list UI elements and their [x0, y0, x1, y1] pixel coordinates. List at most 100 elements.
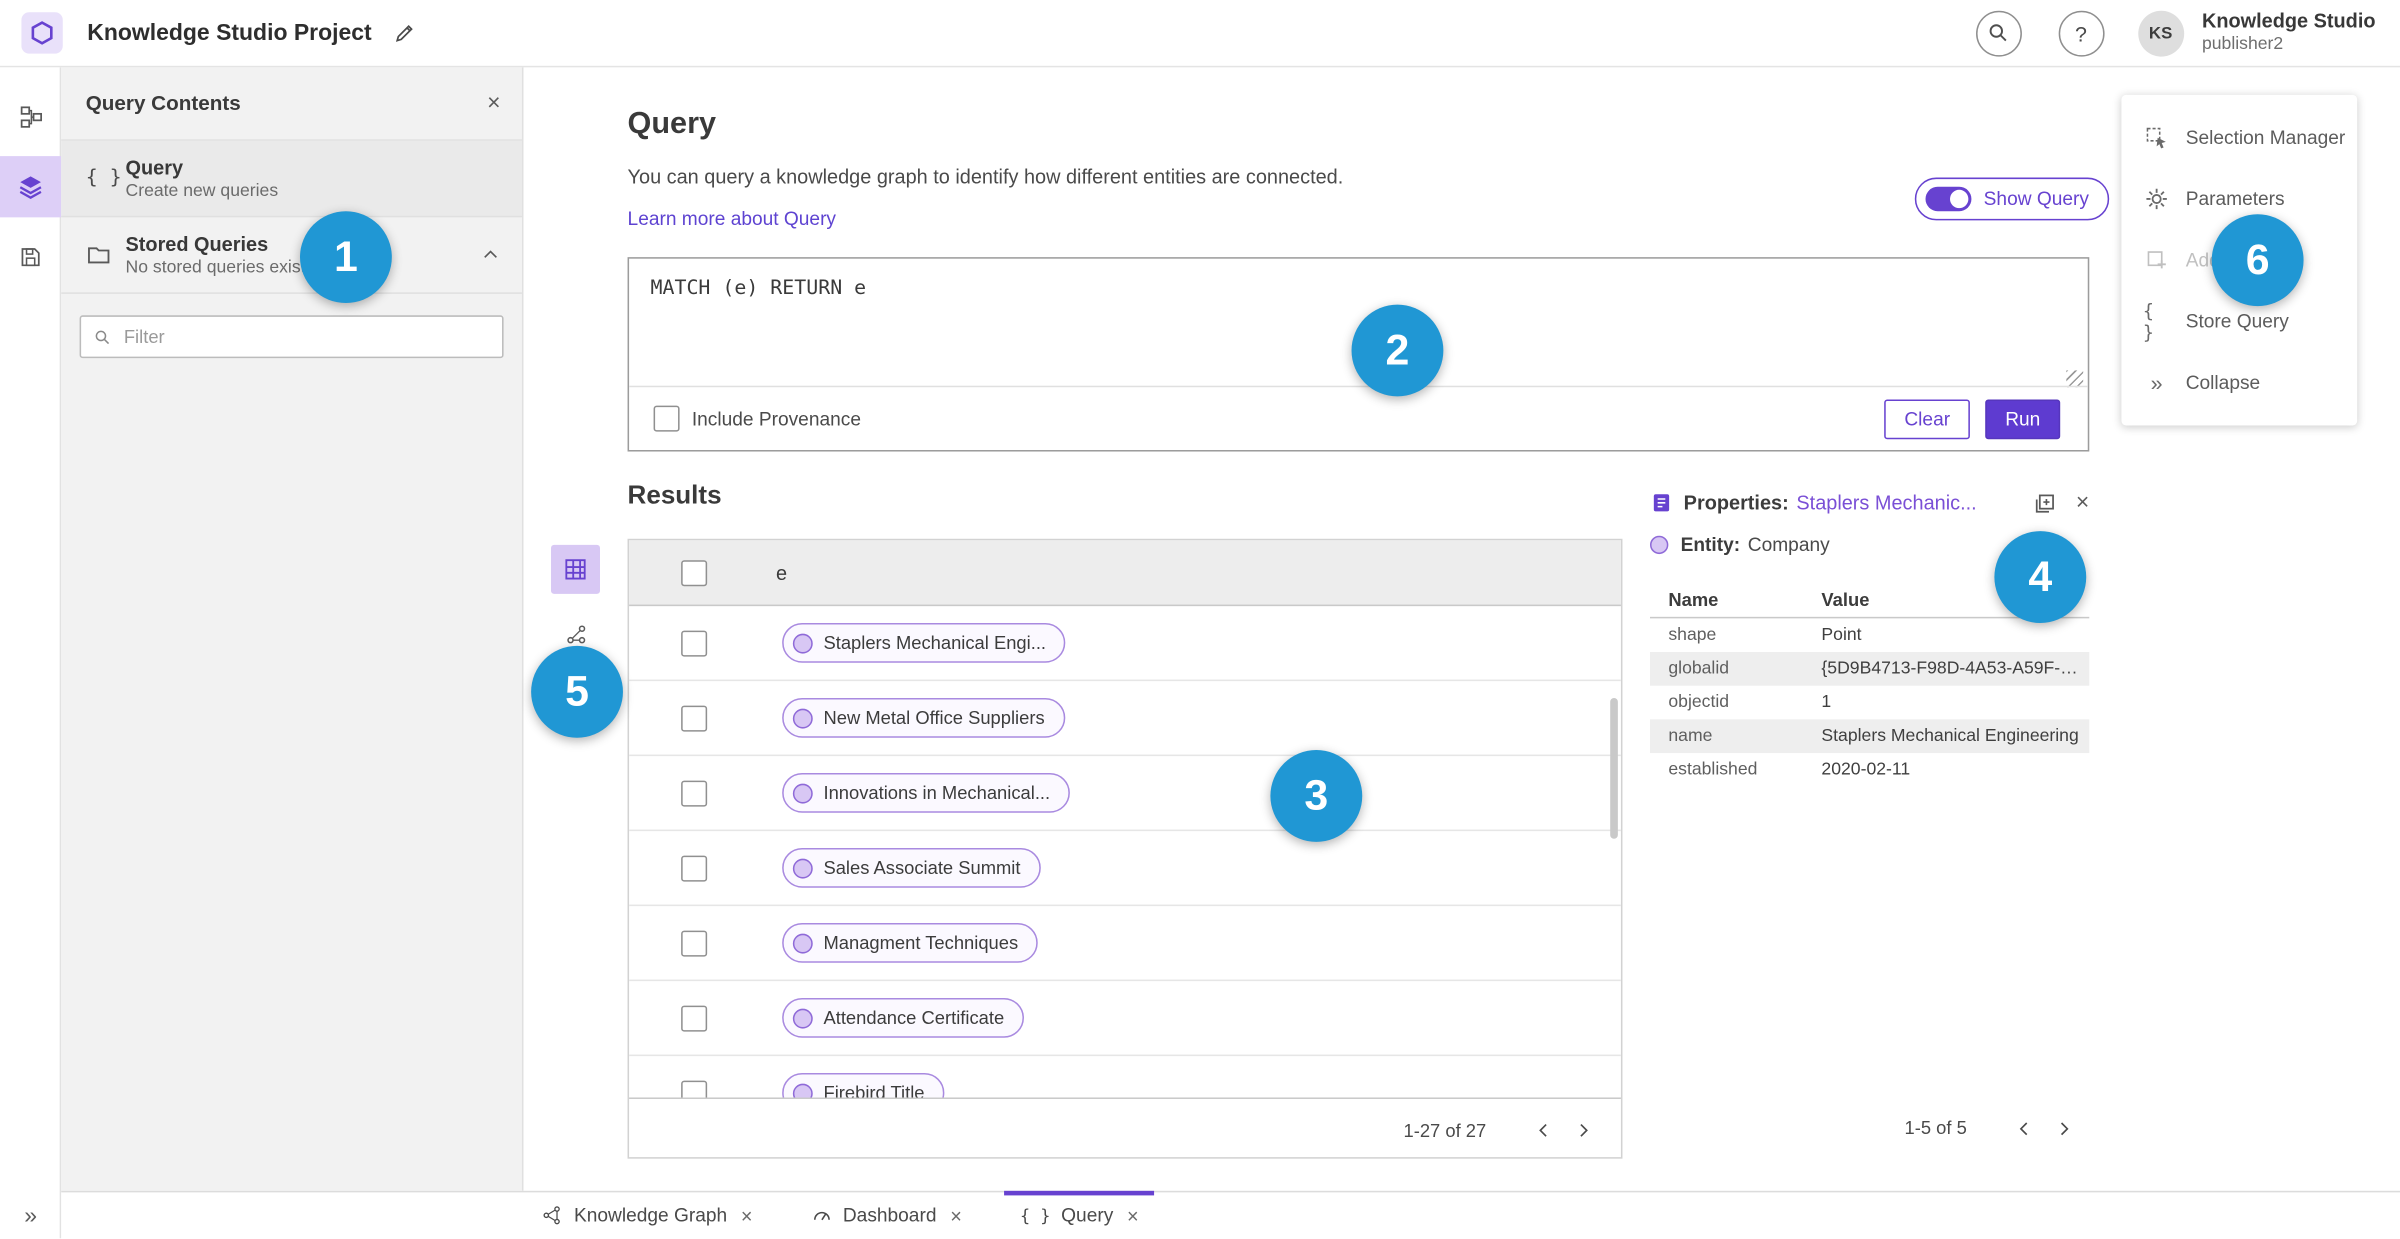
- collapse-label: Collapse: [2185, 371, 2261, 394]
- annotation-badge-3: 3: [1270, 750, 1363, 842]
- rail-hierarchy-button[interactable]: [0, 86, 61, 147]
- save-icon: [21, 248, 40, 267]
- chevron-left-icon: [2018, 1121, 2027, 1135]
- row-checkbox[interactable]: [680, 779, 707, 806]
- select-all-checkbox[interactable]: [680, 559, 707, 586]
- entity-chip-label: Sales Associate Summit: [823, 857, 1021, 879]
- properties-entity-link[interactable]: Staplers Mechanic...: [1796, 491, 1976, 514]
- table-row: Staplers Mechanical Engi...: [629, 606, 1621, 682]
- selection-manager-item[interactable]: Selection Manager: [2121, 107, 2357, 168]
- braces-icon: { }: [85, 166, 122, 190]
- results-next-page-button[interactable]: [1563, 1110, 1603, 1150]
- entity-dot-icon: [792, 857, 813, 878]
- project-title: Knowledge Studio Project: [87, 19, 372, 46]
- sidebar-item-stored-queries[interactable]: Stored Queries No stored queries exist: [61, 217, 522, 294]
- learn-more-link[interactable]: Learn more about Query: [628, 208, 836, 229]
- entity-chip[interactable]: Innovations in Mechanical...: [782, 772, 1071, 813]
- add-to-selection-icon[interactable]: [2033, 491, 2057, 515]
- row-checkbox[interactable]: [680, 629, 707, 656]
- table-view-button[interactable]: [551, 544, 600, 594]
- avatar[interactable]: KS: [2137, 9, 2184, 56]
- close-tab-icon[interactable]: ×: [950, 1204, 962, 1227]
- row-checkbox[interactable]: [680, 929, 707, 956]
- property-value: 2020-02-11: [1821, 760, 1911, 780]
- properties-next-page-button[interactable]: [2043, 1108, 2083, 1148]
- properties-prev-page-button[interactable]: [2004, 1108, 2044, 1148]
- property-row: globalid {5D9B4713-F98D-4A53-A59F-C11...: [1650, 652, 2090, 686]
- search-icon: [95, 329, 110, 344]
- annotation-badge-4: 4: [1994, 531, 2087, 623]
- stored-queries-label: Stored Queries: [125, 232, 269, 256]
- rail-layers-button[interactable]: [0, 156, 62, 218]
- table-row: Attendance Certificate: [629, 981, 1621, 1057]
- toggle-switch-icon: [1925, 186, 1972, 212]
- entity-chip-label: Staplers Mechanical Engi...: [823, 632, 1047, 654]
- results-heading: Results: [627, 480, 722, 510]
- properties-actions: ×: [2033, 490, 2089, 516]
- collapse-menu-item[interactable]: » Collapse: [2121, 352, 2357, 413]
- row-checkbox[interactable]: [680, 854, 707, 881]
- tab-knowledge-graph[interactable]: Knowledge Graph ×: [533, 1192, 762, 1239]
- entity-chip[interactable]: Staplers Mechanical Engi...: [782, 622, 1066, 663]
- entity-chip[interactable]: New Metal Office Suppliers: [782, 697, 1065, 738]
- entity-chip[interactable]: Firebird Title: [782, 1072, 945, 1098]
- braces-icon: { }: [2142, 300, 2154, 343]
- sidebar-item-query[interactable]: { } Query Create new queries: [61, 140, 522, 218]
- property-value: {5D9B4713-F98D-4A53-A59F-C11...: [1821, 659, 2090, 679]
- results-table-header: e: [629, 540, 1621, 607]
- gear-icon: [2143, 187, 2171, 211]
- row-checkbox[interactable]: [680, 1079, 707, 1098]
- entity-chip[interactable]: Attendance Certificate: [782, 997, 1025, 1038]
- table-row: Managment Techniques: [629, 906, 1621, 982]
- parameters-label: Parameters: [2185, 188, 2285, 210]
- results-scrollbar[interactable]: [1610, 697, 1618, 839]
- include-provenance-label: Include Provenance: [691, 407, 861, 430]
- query-description: You can query a knowledge graph to ident…: [627, 165, 1344, 189]
- bottom-tab-bar: Knowledge Graph × Dashboard × { } Query …: [61, 1190, 2400, 1239]
- include-provenance-checkbox[interactable]: [653, 405, 680, 432]
- knowledge-graph-icon: [543, 1206, 560, 1225]
- results-pagination: 1-27 of 27: [629, 1097, 1621, 1161]
- entity-chip[interactable]: Managment Techniques: [782, 922, 1039, 963]
- property-name: objectid: [1668, 693, 1730, 712]
- dashboard-icon: [813, 1211, 830, 1221]
- filter-input[interactable]: [120, 324, 490, 349]
- table-row: Sales Associate Summit: [629, 831, 1621, 907]
- collapse-section-button[interactable]: [481, 245, 501, 265]
- property-name: shape: [1668, 626, 1717, 645]
- tab-query[interactable]: { } Query ×: [1004, 1190, 1154, 1239]
- show-query-toggle[interactable]: Show Query: [1914, 177, 2109, 221]
- close-properties-button[interactable]: ×: [2076, 490, 2089, 516]
- app-logo-icon: [21, 12, 63, 54]
- edit-title-button[interactable]: [387, 15, 422, 50]
- pencil-icon: [395, 24, 413, 42]
- account-info: Knowledge Studio publisher2: [2202, 9, 2376, 56]
- results-prev-page-button[interactable]: [1523, 1110, 1563, 1150]
- entity-dot-icon: [1650, 535, 1669, 555]
- run-button[interactable]: Run: [1985, 398, 2061, 439]
- table-icon: [565, 559, 586, 580]
- row-checkbox[interactable]: [680, 704, 707, 731]
- close-panel-button[interactable]: ×: [487, 90, 500, 116]
- expand-rail-button[interactable]: »: [0, 1203, 61, 1229]
- app-window: Knowledge Studio Project ? KS Knowledge …: [0, 0, 2400, 1239]
- tab-label: Knowledge Graph: [573, 1204, 728, 1227]
- entity-chip-label: Innovations in Mechanical...: [823, 782, 1051, 804]
- row-checkbox[interactable]: [680, 1004, 707, 1031]
- query-code-input[interactable]: MATCH (e) RETURN e: [651, 277, 867, 300]
- query-item-text: Query Create new queries: [126, 156, 279, 200]
- clear-button[interactable]: Clear: [1884, 398, 1970, 439]
- search-button[interactable]: [1975, 9, 2022, 56]
- property-row: established 2020-02-11: [1650, 753, 2089, 787]
- close-tab-icon[interactable]: ×: [741, 1204, 753, 1227]
- query-item-label: Query: [125, 156, 184, 180]
- table-row: Innovations in Mechanical...: [629, 756, 1621, 832]
- rail-save-button[interactable]: [0, 227, 61, 288]
- store-query-label: Store Query: [2185, 310, 2289, 333]
- entity-dot-icon: [792, 1082, 813, 1098]
- tab-dashboard[interactable]: Dashboard ×: [802, 1192, 972, 1239]
- entity-value: Company: [1747, 534, 1830, 556]
- entity-chip[interactable]: Sales Associate Summit: [782, 847, 1041, 888]
- close-tab-icon[interactable]: ×: [1127, 1204, 1139, 1227]
- help-button[interactable]: ?: [2058, 9, 2104, 56]
